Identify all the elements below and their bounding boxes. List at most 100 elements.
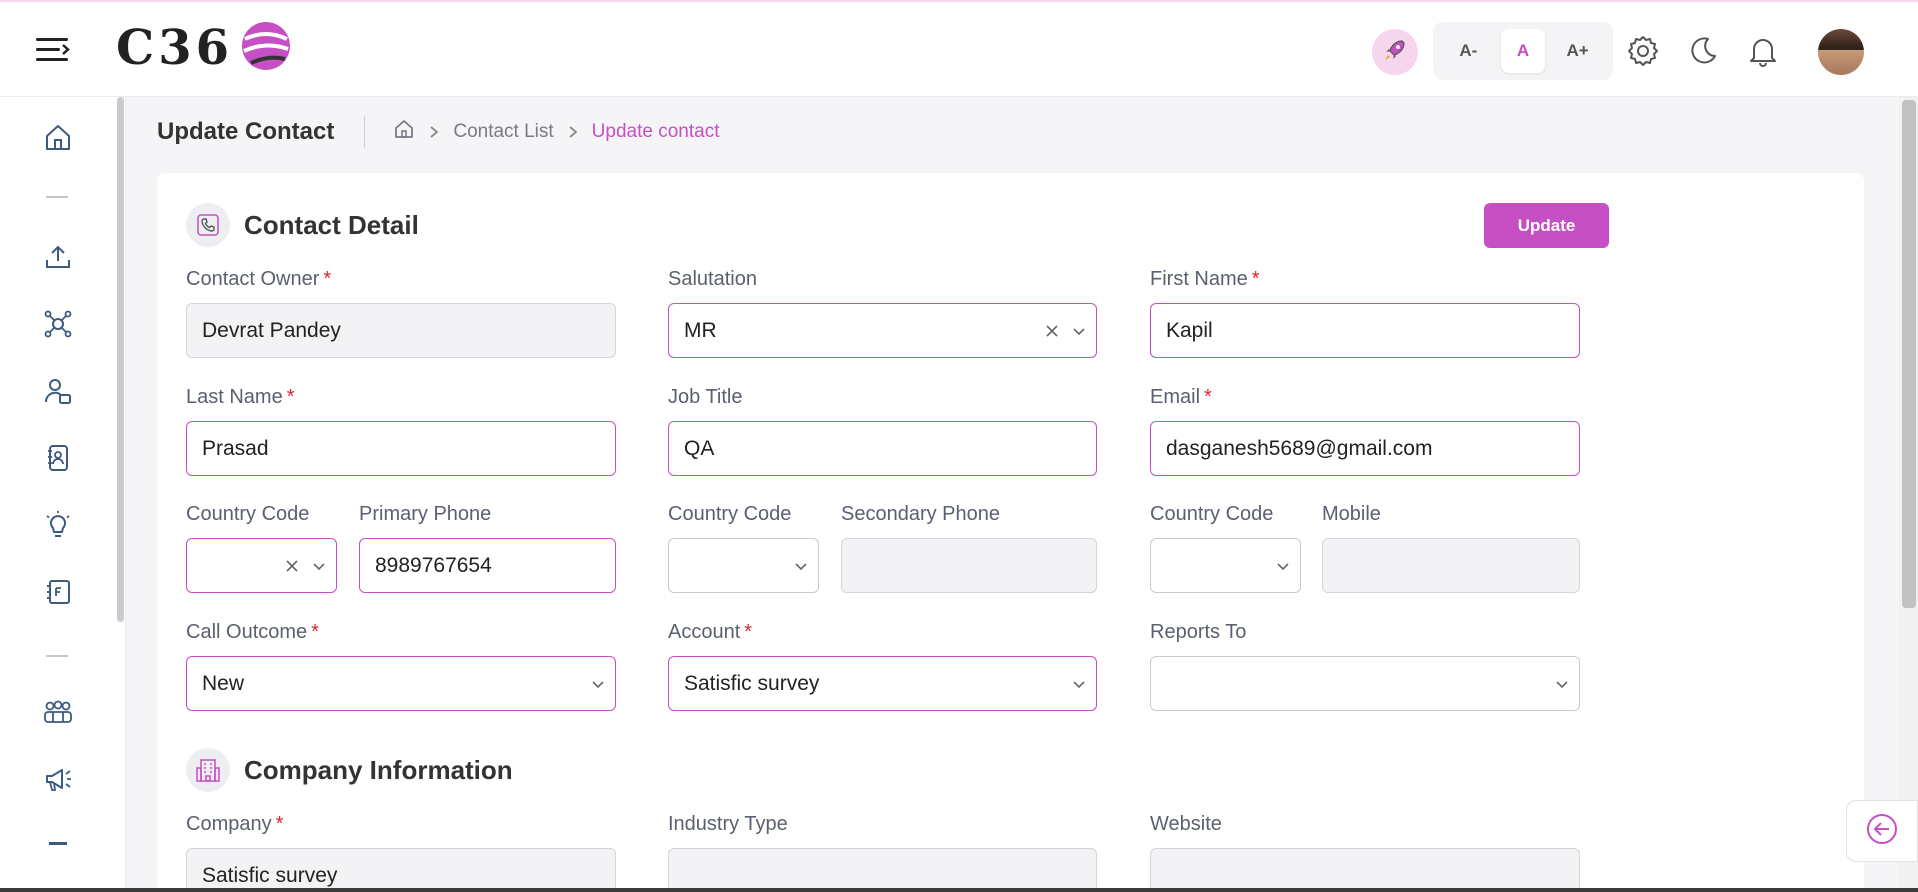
field-value: New: [202, 671, 245, 695]
job-title-label: Job Title: [668, 386, 743, 408]
document-icon[interactable]: [38, 572, 78, 612]
bulb-icon[interactable]: [38, 505, 78, 545]
font-increase-button[interactable]: A+: [1556, 29, 1600, 73]
website-field[interactable]: [1150, 848, 1580, 892]
rocket-icon: [1382, 37, 1408, 68]
first-name-label: First Name *: [1150, 268, 1260, 291]
chevron-down-icon[interactable]: [591, 677, 605, 691]
select-controls: [1555, 657, 1569, 710]
country-code-select[interactable]: [186, 538, 337, 593]
label-text: Last Name: [186, 386, 283, 408]
select-controls: [591, 657, 605, 710]
font-decrease-button[interactable]: A-: [1446, 29, 1490, 73]
salutation-select[interactable]: MR: [668, 303, 1097, 358]
field-value: Devrat Pandey: [202, 318, 341, 342]
label-text: Company: [186, 813, 272, 835]
sidebar-divider: [46, 655, 68, 657]
company-field[interactable]: Satisfic survey: [186, 848, 616, 892]
contacts-icon[interactable]: [38, 371, 78, 411]
select-controls: [1072, 657, 1086, 710]
mobile-label: Mobile: [1322, 503, 1381, 525]
network-icon[interactable]: [38, 304, 78, 344]
reports-to-label: Reports To: [1150, 621, 1247, 643]
mobile-field[interactable]: [1322, 538, 1580, 593]
select-controls: [1276, 539, 1290, 592]
home-icon[interactable]: [393, 118, 415, 146]
top-bar: C36 A- A A+: [0, 0, 1918, 97]
account-select[interactable]: Satisfic survey: [668, 656, 1097, 711]
email-field[interactable]: dasganesh5689@gmail.com: [1150, 421, 1580, 476]
arrow-left-circle-icon: [1865, 812, 1899, 851]
team-icon[interactable]: [38, 692, 78, 732]
chevron-down-icon[interactable]: [1555, 677, 1569, 691]
field-value: QA: [684, 436, 715, 460]
phonebook-icon[interactable]: [38, 438, 78, 478]
building-icon: [186, 748, 230, 792]
industry-type-select[interactable]: [668, 848, 1097, 892]
required-mark: *: [323, 268, 332, 290]
section-title: Company Information: [244, 754, 513, 785]
reports-to-select[interactable]: [1150, 656, 1580, 711]
job-title-field[interactable]: QA: [668, 421, 1097, 476]
chevron-down-icon[interactable]: [1276, 559, 1290, 573]
page-scrollbar-thumb[interactable]: [1902, 100, 1916, 608]
header-divider: [364, 116, 366, 148]
country-code-select[interactable]: [668, 538, 819, 593]
font-default-button[interactable]: A: [1500, 29, 1545, 73]
field-value: Satisfic survey: [684, 671, 820, 695]
select-controls: [1044, 304, 1086, 357]
bell-icon[interactable]: [1746, 34, 1780, 68]
breadcrumb-home[interactable]: [393, 118, 415, 146]
logo-text: C36: [116, 20, 233, 76]
contact-owner-field[interactable]: Devrat Pandey: [186, 303, 616, 358]
phone-icon: [186, 203, 230, 247]
chevron-down-icon[interactable]: [1072, 677, 1086, 691]
last-name-field[interactable]: Prasad: [186, 421, 616, 476]
required-mark: *: [1251, 268, 1260, 290]
email-label: Email *: [1150, 386, 1212, 409]
chevron-right-icon: [568, 125, 578, 139]
menu-icon[interactable]: [34, 36, 70, 64]
first-name-field[interactable]: Kapil: [1150, 303, 1580, 358]
label-text: Email: [1150, 386, 1201, 408]
page-title: Update Contact: [157, 118, 335, 145]
field-value: MR: [684, 318, 717, 342]
salutation-label: Salutation: [668, 268, 757, 290]
rocket-button[interactable]: [1372, 29, 1418, 75]
window-bottom-edge: [0, 888, 1918, 892]
field-value: dasganesh5689@gmail.com: [1166, 436, 1433, 460]
chevron-down-icon[interactable]: [794, 559, 808, 573]
sidebar-item-partial[interactable]: [38, 832, 78, 852]
upload-icon[interactable]: [38, 237, 78, 277]
logo[interactable]: C36: [116, 20, 293, 76]
required-mark: *: [286, 386, 295, 408]
chevron-down-icon[interactable]: [1072, 324, 1086, 338]
label-text: Contact Owner: [186, 268, 320, 290]
website-label: Website: [1150, 813, 1222, 835]
close-icon[interactable]: [1044, 323, 1060, 339]
call-outcome-label: Call Outcome *: [186, 621, 319, 644]
gear-icon[interactable]: [1626, 34, 1660, 68]
field-value: Kapil: [1166, 318, 1213, 342]
country-code-label: Country Code: [668, 503, 792, 525]
home-icon[interactable]: [38, 117, 78, 157]
required-mark: *: [1204, 386, 1212, 408]
company-info-header: Company Information: [186, 748, 513, 792]
country-code-select[interactable]: [1150, 538, 1301, 593]
secondary-phone-field[interactable]: [841, 538, 1097, 593]
call-outcome-select[interactable]: New: [186, 656, 616, 711]
select-controls: [284, 539, 326, 592]
label-text: Call Outcome: [186, 621, 308, 643]
breadcrumb-current: Update contact: [591, 121, 720, 142]
primary-phone-field[interactable]: 8989767654: [359, 538, 616, 593]
avatar[interactable]: [1818, 29, 1864, 75]
chevron-down-icon[interactable]: [312, 559, 326, 573]
sidebar-scrollbar[interactable]: [117, 97, 124, 622]
moon-icon[interactable]: [1686, 34, 1720, 68]
close-icon[interactable]: [284, 558, 300, 574]
required-mark: *: [311, 621, 319, 643]
update-button[interactable]: Update: [1484, 203, 1609, 248]
megaphone-icon[interactable]: [38, 759, 78, 799]
back-button[interactable]: [1846, 800, 1918, 862]
breadcrumb-contact-list[interactable]: Contact List: [453, 121, 553, 143]
